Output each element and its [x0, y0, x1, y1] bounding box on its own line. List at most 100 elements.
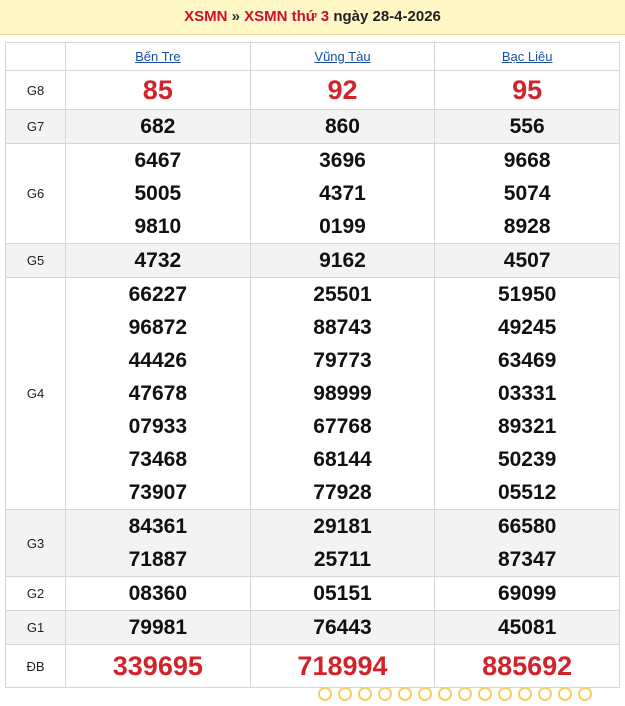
prize-number: 66580	[497, 515, 557, 538]
prize-cell: 6467 5005 9810	[65, 143, 251, 244]
prize-number: 25501	[313, 283, 372, 306]
prize-number: 44426	[128, 349, 188, 372]
prize-cell: 4732	[65, 243, 251, 278]
prize-number: 6467	[134, 149, 182, 172]
breadcrumb-link-xsmn[interactable]: XSMN	[184, 8, 227, 25]
prize-cell: 29181 25711	[249, 509, 436, 577]
breadcrumb-link-xsmn-thu-3[interactable]: XSMN thứ 3	[244, 8, 329, 25]
prize-cell: 85	[65, 70, 251, 110]
header-empty-cell	[5, 42, 66, 71]
prize-cell: 339695	[65, 644, 251, 688]
prize-cell: 556	[434, 109, 620, 144]
results-table: Bến Tre Vũng Tàu Bạc Liêu G8 85 92 95 G7 682 8…	[5, 42, 620, 688]
prize-number: 25711	[313, 548, 372, 571]
prize-number: 47678	[128, 382, 188, 405]
prize-number: 4507	[503, 249, 551, 272]
prize-cell: 885692	[434, 644, 620, 688]
prize-number: 8928	[503, 215, 551, 238]
prize-number: 85	[142, 75, 173, 105]
prize-rows: G8 85 92 95 G7 682 860 556 G6 6467 5005 9810 3696 437…	[5, 70, 620, 688]
prize-number: 89321	[497, 415, 557, 438]
prize-number: 77928	[313, 481, 372, 504]
prize-cell: 08360	[65, 576, 251, 611]
prize-number: 9162	[319, 249, 366, 272]
prize-row-g7: G7 682 860 556	[5, 109, 620, 144]
prize-number: 68144	[313, 448, 372, 471]
prize-number: 9810	[134, 215, 182, 238]
prize-number: 05151	[313, 582, 372, 605]
prize-cell: 3696 4371 0199	[249, 143, 436, 244]
prize-row-g1: G1 79981 76443 45081	[5, 610, 620, 645]
prize-number: 84361	[128, 515, 188, 538]
decorative-dots	[318, 687, 598, 701]
prize-number: 556	[509, 115, 545, 138]
prize-row-g8: G8 85 92 95	[5, 70, 620, 110]
prize-cell: 45081	[434, 610, 620, 645]
province-header: Bến Tre	[65, 42, 251, 71]
prize-number: 67768	[313, 415, 372, 438]
prize-cell: 4507	[434, 243, 620, 278]
prize-label: ĐB	[5, 644, 66, 688]
prize-number: 718994	[297, 651, 388, 681]
prize-number: 0199	[319, 215, 366, 238]
prize-label: G5	[5, 243, 66, 278]
prize-number: 29181	[313, 515, 372, 538]
prize-cell: 66227 96872 44426 47678 07933 73468 73907	[65, 277, 251, 510]
prize-cell: 9162	[249, 243, 436, 278]
prize-number: 73907	[128, 481, 188, 504]
prize-number: 69099	[497, 582, 557, 605]
prize-label: G7	[5, 109, 66, 144]
prize-number: 08360	[128, 582, 188, 605]
prize-row-g5: G5 4732 9162 4507	[5, 243, 620, 278]
prize-number: 87347	[497, 548, 557, 571]
prize-cell: 25501 88743 79773 98999 67768 68144 77928	[249, 277, 436, 510]
prize-number: 66227	[128, 283, 188, 306]
province-header: Vũng Tàu	[249, 42, 436, 71]
prize-number: 05512	[497, 481, 557, 504]
prize-number: 885692	[482, 651, 573, 681]
prize-number: 73468	[128, 448, 188, 471]
prize-number: 45081	[497, 616, 557, 639]
prize-number: 03331	[497, 382, 557, 405]
province-link-ben-tre[interactable]: Bến Tre	[135, 49, 181, 64]
prize-label: G6	[5, 143, 66, 244]
prize-cell: 76443	[249, 610, 436, 645]
prize-cell: 95	[434, 70, 620, 110]
province-link-vung-tau[interactable]: Vũng Tàu	[314, 49, 370, 64]
prize-number: 88743	[313, 316, 372, 339]
prize-number: 96872	[128, 316, 188, 339]
breadcrumb-separator: »	[231, 8, 240, 25]
province-link-bac-lieu[interactable]: Bạc Liêu	[502, 49, 553, 64]
prize-row-g4: G4 66227 96872 44426 47678 07933 73468 73907 255…	[5, 277, 620, 510]
prize-row-g2: G2 08360 05151 69099	[5, 576, 620, 611]
prize-number: 682	[140, 115, 176, 138]
prize-cell: 860	[249, 109, 436, 144]
prize-row-g3: G3 84361 71887 29181 25711 66580 87347	[5, 509, 620, 577]
prize-number: 79773	[313, 349, 372, 372]
province-header-row: Bến Tre Vũng Tàu Bạc Liêu	[5, 42, 620, 71]
province-header: Bạc Liêu	[434, 42, 620, 71]
prize-cell: 9668 5074 8928	[434, 143, 620, 244]
prize-label: G4	[5, 277, 66, 510]
prize-label: G1	[5, 610, 66, 645]
prize-cell: 79981	[65, 610, 251, 645]
prize-number: 5005	[134, 182, 182, 205]
prize-number: 50239	[497, 448, 557, 471]
prize-number: 71887	[128, 548, 188, 571]
prize-number: 339695	[112, 651, 203, 681]
prize-number: 4732	[134, 249, 182, 272]
prize-row-db: ĐB 339695 718994 885692	[5, 644, 620, 688]
prize-number: 49245	[497, 316, 557, 339]
prize-number: 92	[327, 75, 358, 105]
prize-number: 51950	[497, 283, 557, 306]
prize-number: 95	[512, 75, 543, 105]
prize-label: G8	[5, 70, 66, 110]
prize-number: 4371	[319, 182, 366, 205]
prize-label: G2	[5, 576, 66, 611]
breadcrumb: XSMN » XSMN thứ 3 ngày 28-4-2026	[0, 0, 625, 35]
prize-number: 63469	[497, 349, 557, 372]
prize-cell: 92	[249, 70, 436, 110]
prize-number: 5074	[503, 182, 551, 205]
prize-label: G3	[5, 509, 66, 577]
prize-cell: 51950 49245 63469 03331 89321 50239 05512	[434, 277, 620, 510]
